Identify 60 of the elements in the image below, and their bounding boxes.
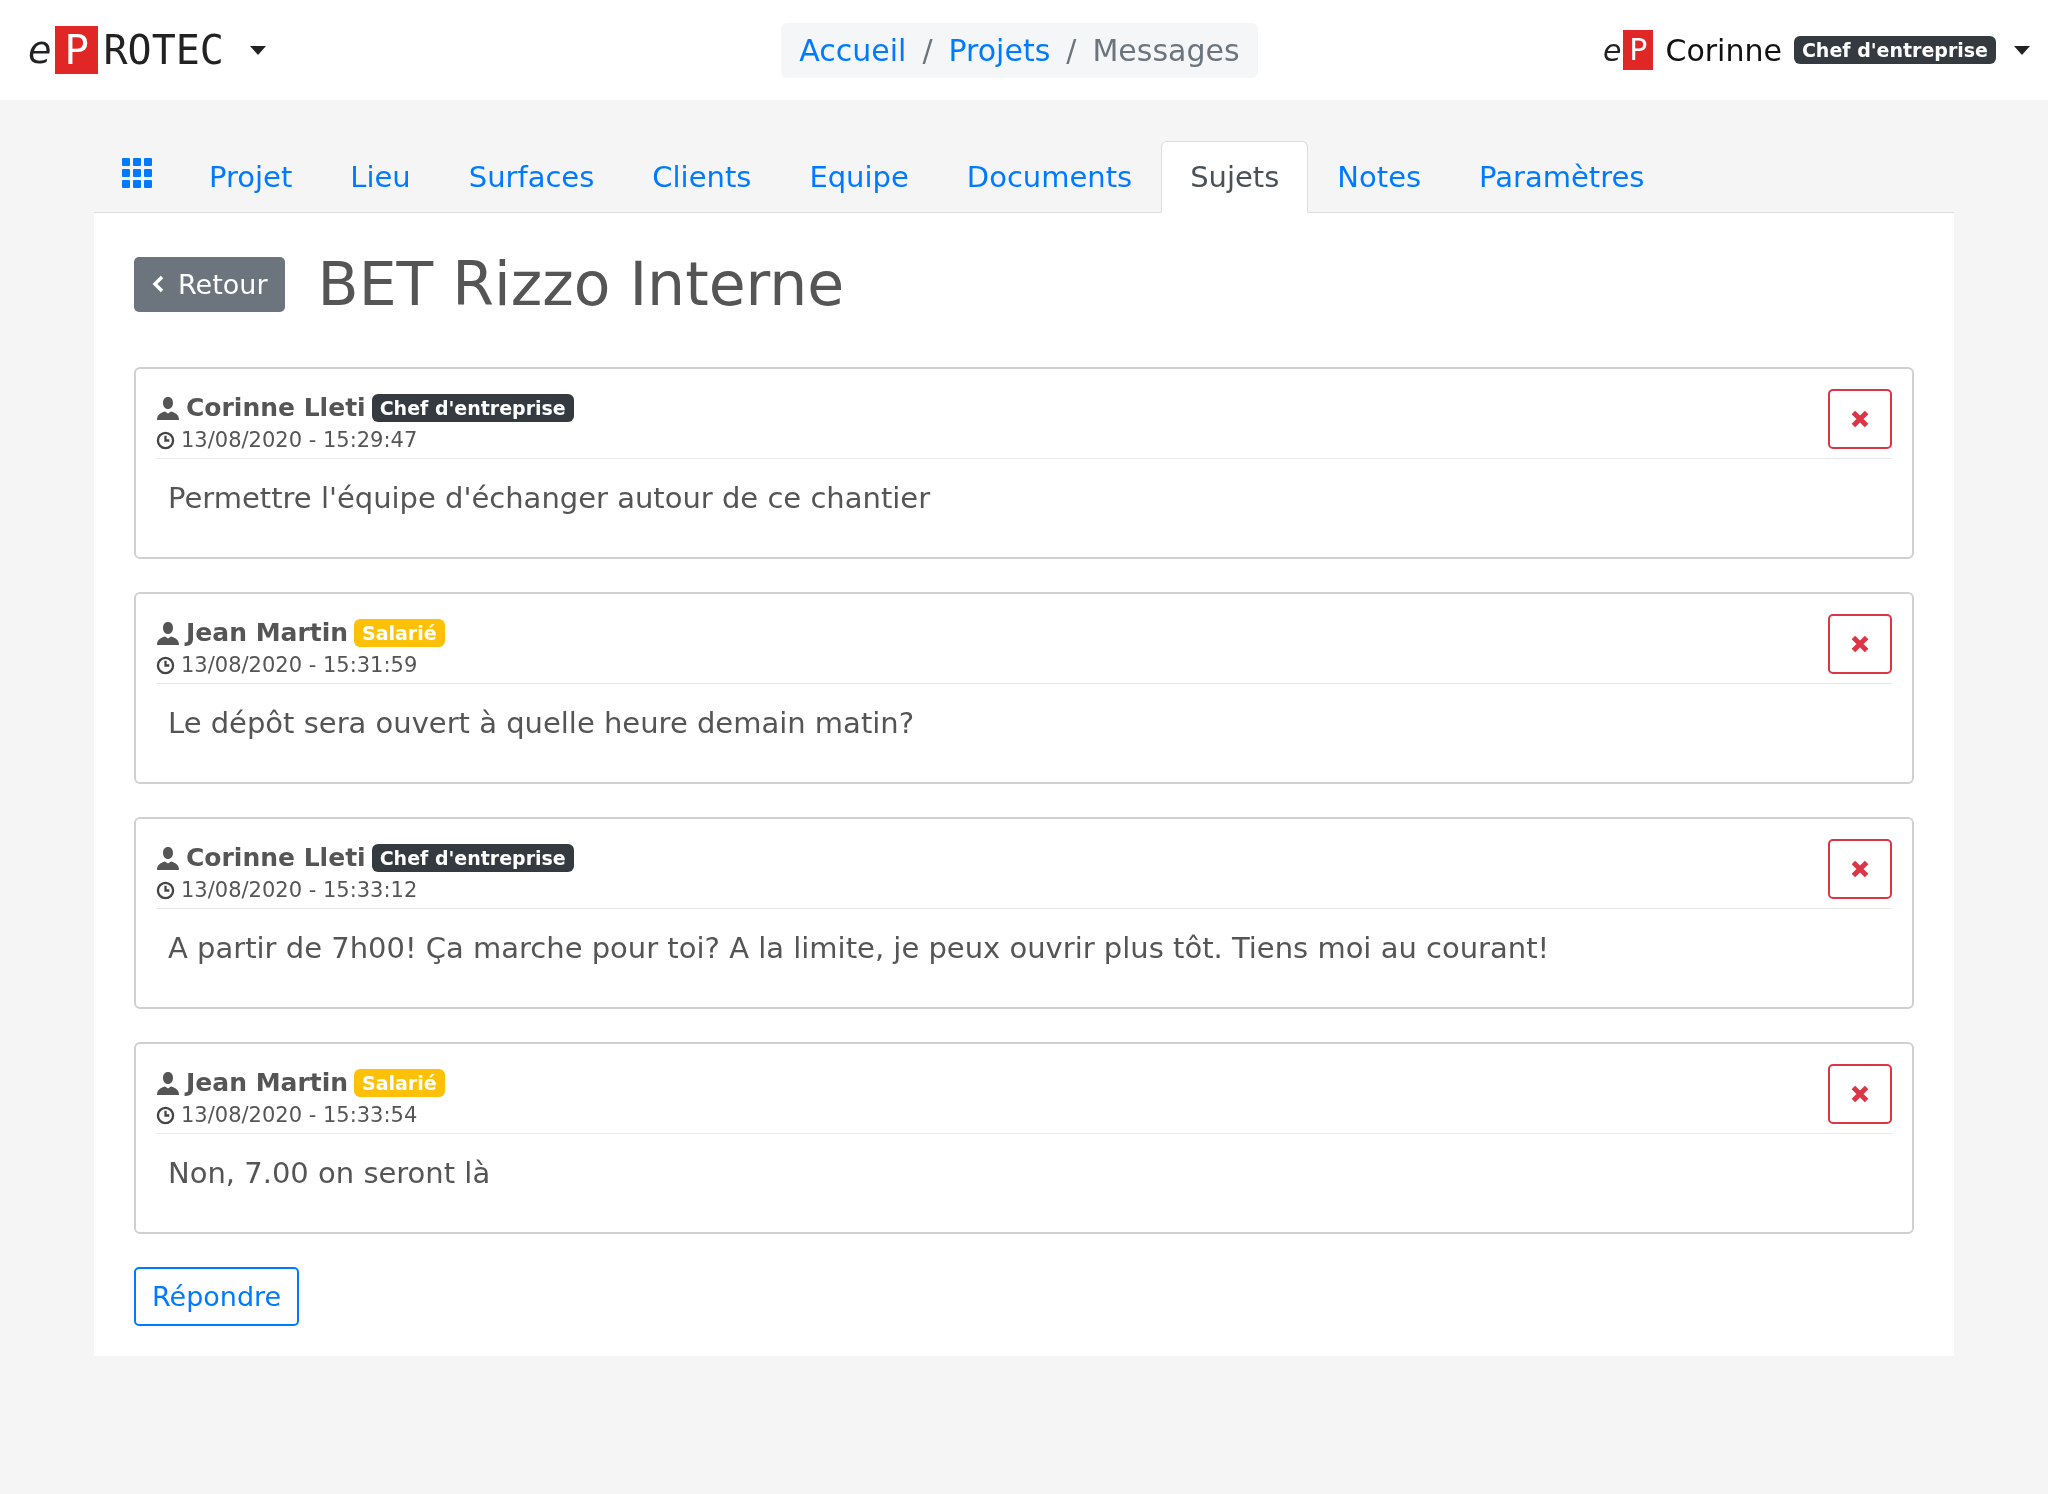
caret-icon[interactable] [2014, 45, 2030, 55]
role-badge: Salarié [354, 1068, 445, 1097]
user-name[interactable]: Corinne [1665, 32, 1782, 68]
brand-name[interactable]: ROTEC [103, 27, 224, 73]
user-logo-prefix: e [1602, 32, 1622, 68]
author-name: Jean Martin [186, 1068, 349, 1097]
page-title: BET Rizzo Interne [317, 249, 845, 319]
clock-icon [156, 1105, 175, 1125]
brand-prefix[interactable]: e [28, 28, 52, 72]
breadcrumb-link[interactable]: Projets [948, 32, 1051, 68]
message-date: 13/08/2020 - 15:33:12 [181, 878, 418, 902]
cross-icon [1849, 858, 1871, 880]
role-badge: Chef d'entreprise [371, 843, 574, 872]
tab[interactable]: Surfaces [439, 141, 624, 213]
caret-icon[interactable] [249, 45, 266, 55]
tab[interactable]: Paramètres [1450, 141, 1674, 213]
breadcrumb-separator: / [922, 32, 933, 68]
user-logo-mark: P [1623, 30, 1654, 70]
user-icon [156, 395, 180, 420]
chevron-left-icon [152, 275, 164, 293]
tab[interactable]: Documents [937, 141, 1162, 213]
cross-icon [1849, 1083, 1871, 1105]
clock-icon [156, 655, 175, 675]
clock-icon [156, 430, 175, 450]
tab[interactable]: Projet [180, 141, 322, 213]
tab[interactable]: Lieu [321, 141, 440, 213]
user-icon [156, 620, 180, 645]
breadcrumb-link[interactable]: Accueil [799, 32, 907, 68]
user-role-badge: Chef d'entreprise [1793, 36, 1996, 64]
cross-icon [1849, 408, 1871, 430]
delete-button[interactable] [1828, 614, 1892, 674]
delete-button[interactable] [1828, 839, 1892, 899]
message-text: A partir de 7h00! Ça marche pour toi? A la limite, je peux ouvrir plus tôt. Tiens moi au courant! [167, 930, 1551, 967]
tab[interactable]: Sujets [1161, 141, 1309, 213]
cross-icon [1849, 633, 1871, 655]
grid-icon[interactable] [122, 158, 152, 188]
message-text: Non, 7.00 on seront là [167, 1155, 492, 1192]
tab[interactable]: Notes [1308, 141, 1451, 213]
brand-mark[interactable]: P [55, 26, 98, 74]
message-text: Permettre l'équipe d'échanger autour de ce chantier [167, 480, 932, 517]
message-date: 13/08/2020 - 15:33:54 [181, 1103, 418, 1127]
role-badge: Chef d'entreprise [371, 393, 574, 422]
role-badge: Salarié [354, 618, 445, 647]
message-text: Le dépôt sera ouvert à quelle heure demain matin? [167, 705, 916, 742]
delete-button[interactable] [1828, 1064, 1892, 1124]
clock-icon [156, 880, 175, 900]
tab[interactable]: Clients [623, 141, 781, 213]
user-icon [156, 1070, 180, 1095]
user-icon [156, 845, 180, 870]
message-date: 13/08/2020 - 15:31:59 [181, 653, 418, 677]
author-name: Corinne Lleti [186, 843, 366, 872]
tab[interactable]: Equipe [780, 141, 938, 213]
reply-button[interactable]: Répondre [134, 1267, 300, 1326]
breadcrumb-separator: / [1066, 32, 1077, 68]
breadcrumb-current: Messages [1092, 32, 1240, 68]
author-name: Jean Martin [186, 618, 349, 647]
delete-button[interactable] [1828, 389, 1892, 449]
author-name: Corinne Lleti [186, 393, 366, 422]
back-button[interactable]: Retour [134, 256, 286, 312]
message-date: 13/08/2020 - 15:29:47 [181, 428, 418, 452]
